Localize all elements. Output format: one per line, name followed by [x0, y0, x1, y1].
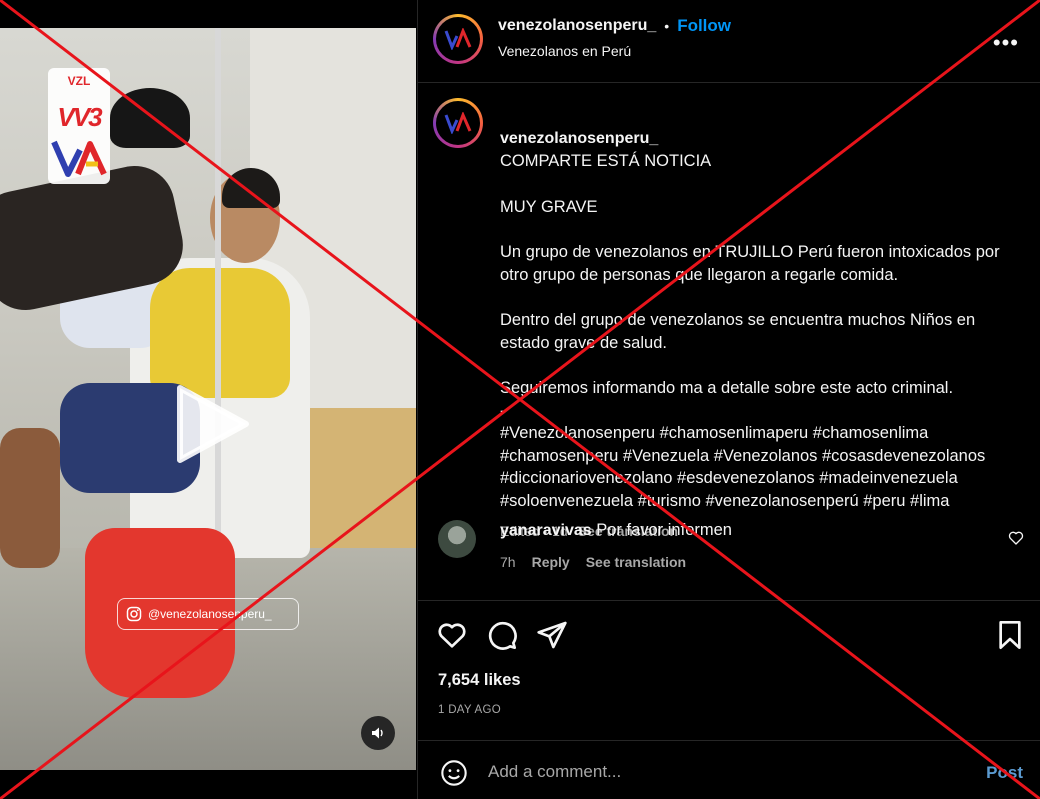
post-date: 1 DAY AGO: [438, 704, 501, 716]
video-scene-iv-pole: [215, 28, 221, 588]
va-avatar-icon: [444, 28, 472, 50]
comment-meta: 7h Reply See translation: [500, 554, 686, 570]
more-options-button[interactable]: •••: [993, 30, 1019, 56]
video-scene-leg: [0, 428, 60, 568]
post-panel: venezolanosenperu_ • Follow Venezolanos …: [417, 0, 1040, 799]
commenter-avatar[interactable]: [438, 520, 476, 558]
like-icon[interactable]: [436, 619, 468, 651]
caption-username[interactable]: venezolanosenperu_: [500, 130, 658, 147]
audio-toggle-button[interactable]: [361, 716, 395, 750]
author-avatar[interactable]: [433, 14, 483, 64]
header-dot: •: [664, 18, 670, 34]
video-watermark: @venezolanosenperu_: [117, 598, 299, 630]
comment-see-translation[interactable]: See translation: [586, 554, 686, 570]
comment-icon[interactable]: [486, 619, 518, 651]
va-avatar-icon: [444, 112, 472, 134]
caption-line-3: Dentro del grupo de venezolanos se encue…: [500, 311, 976, 352]
share-icon[interactable]: [536, 619, 568, 651]
post-media: VZL VV3 @venezolanosenperu_: [0, 0, 416, 799]
post-actions: 7,654 likes 1 DAY AGO: [418, 600, 1040, 740]
caption-line-2: Un grupo de venezolanos en TRUJILLO Perú…: [500, 243, 1000, 284]
comment-username[interactable]: yanaravivas: [500, 522, 592, 539]
caption-avatar[interactable]: [433, 98, 483, 148]
channel-logo-top: VZL: [67, 74, 91, 88]
like-count[interactable]: 7,654 likes: [438, 671, 521, 690]
post-caption: venezolanosenperu_ COMPARTE ESTÁ NOTICIA…: [500, 104, 1020, 543]
author-username[interactable]: venezolanosenperu_: [498, 17, 656, 35]
comment-like-icon[interactable]: [1008, 530, 1024, 546]
comment-reply-button[interactable]: Reply: [532, 554, 570, 570]
play-icon[interactable]: [166, 380, 254, 468]
caption-headline: COMPARTE ESTÁ NOTICIA: [500, 152, 712, 170]
comment: yanaravivas Por favor informen: [500, 521, 1000, 540]
channel-logo-mid: VV3: [57, 102, 102, 132]
add-comment-bar: Post: [418, 740, 1040, 799]
video-watermark-text: @venezolanosenperu_: [148, 607, 272, 621]
post-comment-button[interactable]: Post: [986, 763, 1023, 783]
emoji-icon[interactable]: [440, 759, 468, 787]
comment-time: 7h: [500, 554, 516, 570]
instagram-icon: [126, 606, 142, 622]
va-logo-icon: [51, 140, 107, 177]
save-icon[interactable]: [994, 619, 1026, 651]
comment-text: Por favor informen: [596, 521, 732, 539]
comment-input[interactable]: [488, 759, 958, 785]
video-scene-adult-cap: [110, 88, 190, 148]
follow-button[interactable]: Follow: [677, 16, 731, 36]
channel-logo: VZL VV3: [48, 68, 110, 184]
speaker-icon: [372, 727, 383, 739]
post-location[interactable]: Venezolanos en Perú: [498, 43, 631, 59]
caption-line-1: MUY GRAVE: [500, 197, 598, 216]
video-player[interactable]: VZL VV3 @venezolanosenperu_: [0, 28, 416, 770]
caption-line-4: Seguiremos informando ma a detalle sobre…: [500, 379, 986, 510]
post-header: venezolanosenperu_ • Follow Venezolanos …: [418, 0, 1040, 83]
